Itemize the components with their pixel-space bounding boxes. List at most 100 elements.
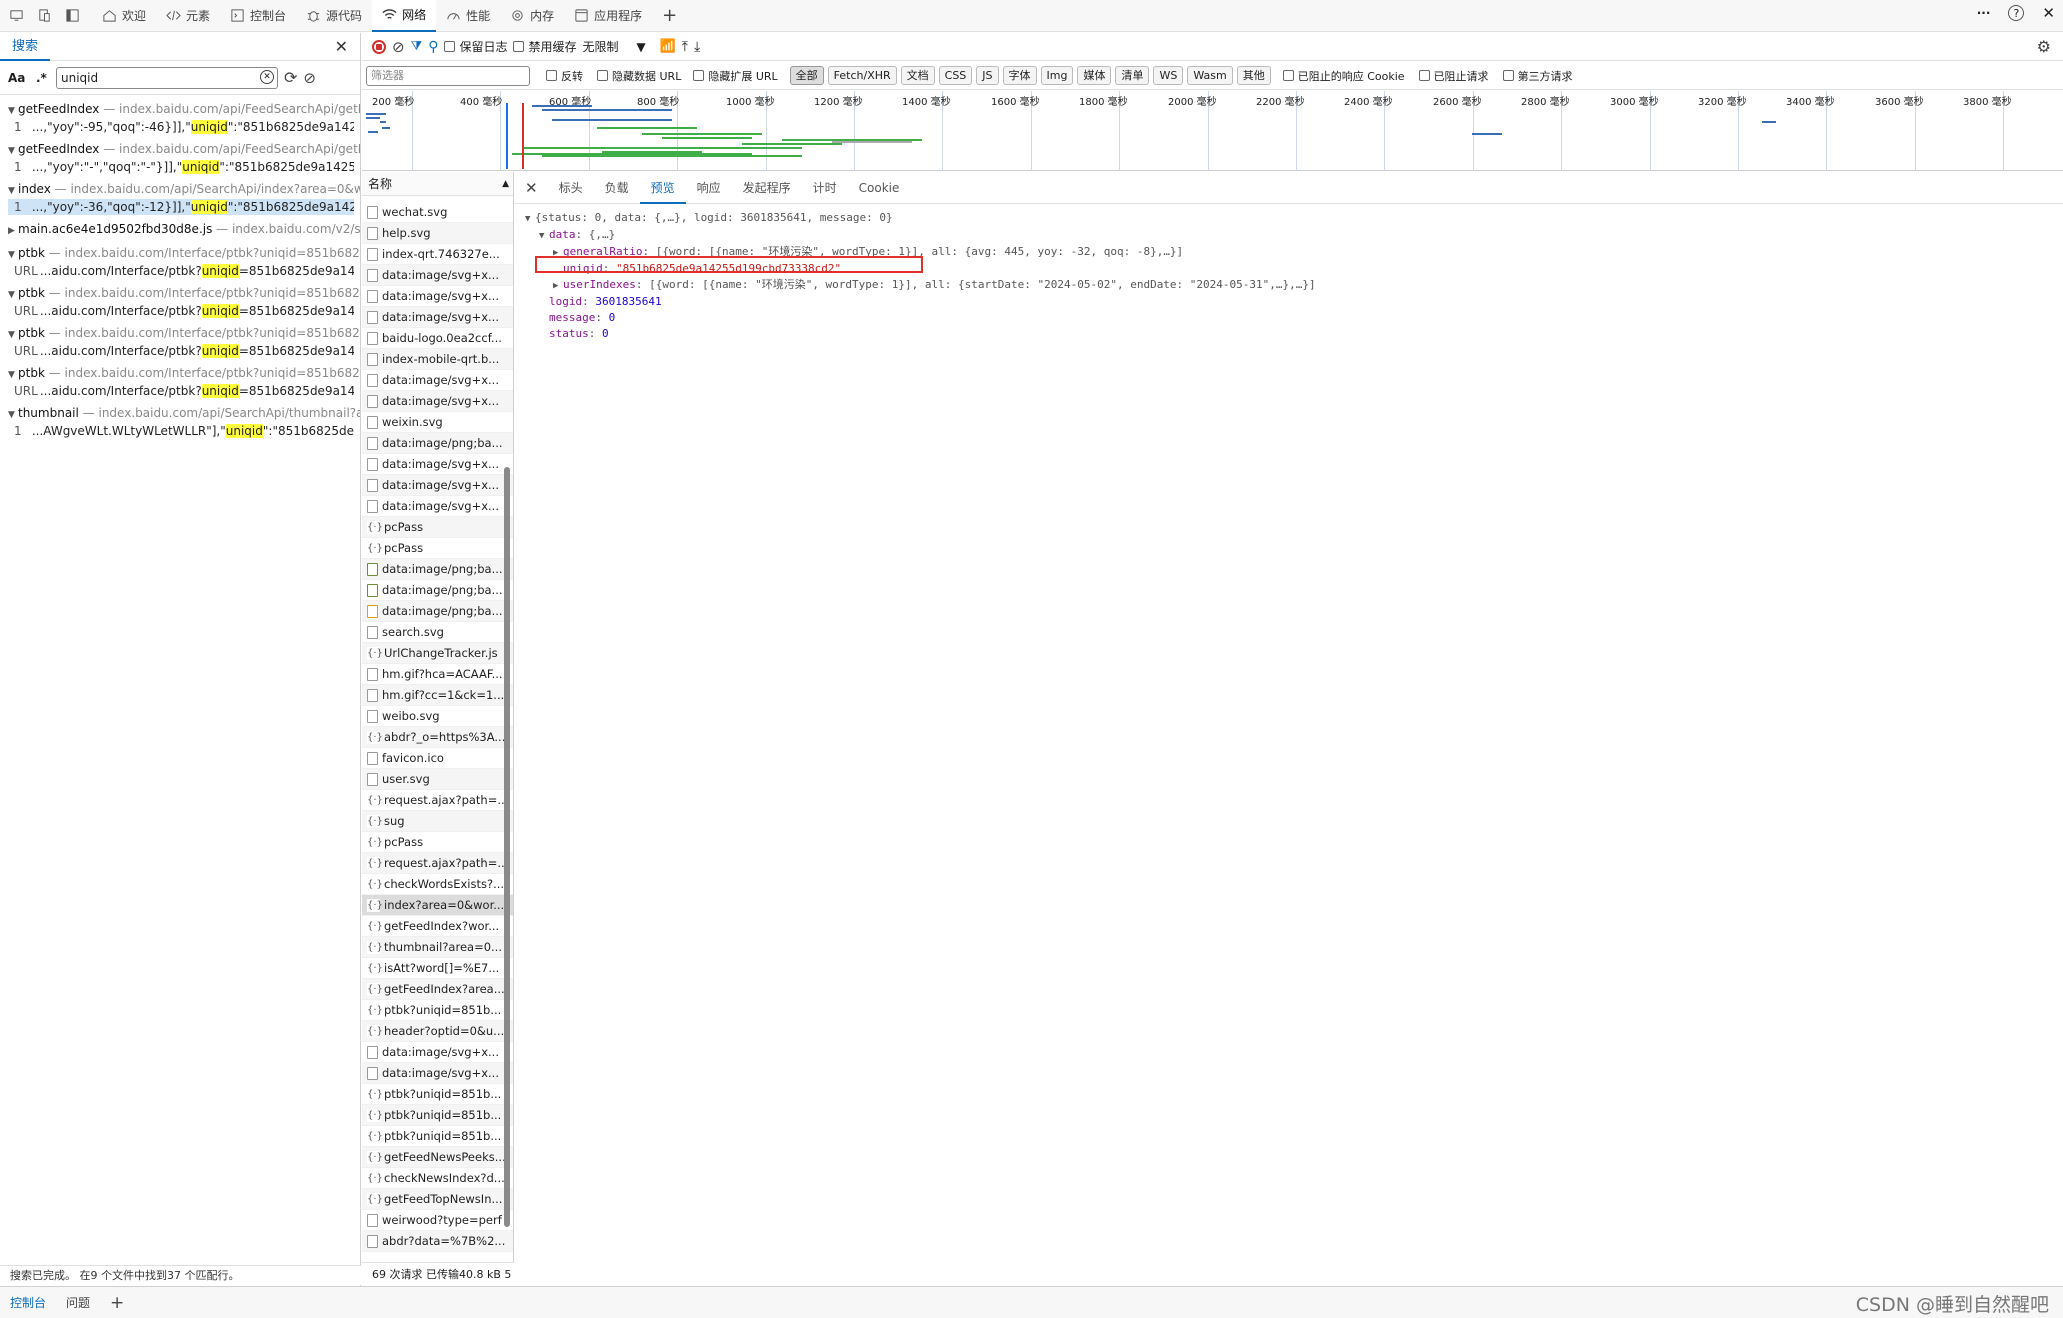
type-filter-chip[interactable]: JS (976, 66, 999, 85)
request-row[interactable]: data:image/png;ba... (362, 433, 513, 454)
request-row[interactable]: {·} ptbk?uniqid=851b... (362, 1126, 513, 1147)
type-filter-chip[interactable]: CSS (938, 66, 973, 85)
request-row[interactable]: data:image/png;ba... (362, 580, 513, 601)
request-row[interactable]: data:image/svg+x... (362, 1042, 513, 1063)
request-row[interactable]: {·} request.ajax?path=... (362, 790, 513, 811)
search-result[interactable]: ▼ index — index.baidu.com/api/SearchApi/i… (0, 179, 360, 215)
result-match-line[interactable]: URL ...aidu.com/Interface/ptbk?uniqid=85… (8, 343, 354, 359)
request-row[interactable]: data:image/svg+x... (362, 496, 513, 517)
refresh-icon[interactable]: ⟳ (284, 68, 297, 87)
json-root-line[interactable]: ▼ {status: 0, data: {,…}, logid: 36018356… (525, 210, 2063, 227)
close-icon[interactable]: ✕ (335, 37, 348, 56)
search-icon[interactable]: ⚲ (428, 39, 438, 55)
tab-2[interactable]: 元素 (156, 0, 220, 32)
type-filter-chip[interactable]: Wasm (1187, 66, 1233, 85)
search-panel-title[interactable]: 搜索 (0, 33, 51, 61)
type-filter-chip[interactable]: 其他 (1236, 66, 1271, 85)
more-options-button[interactable]: ··· (1977, 6, 1991, 20)
request-row[interactable]: {·} sug (362, 811, 513, 832)
tab-3[interactable]: 控制台 (220, 0, 296, 32)
type-filter-chip[interactable]: 文档 (900, 66, 935, 85)
search-result[interactable]: ▼ ptbk — index.baidu.com/Interface/ptbk?u… (0, 363, 360, 399)
tab-4[interactable]: 源代码 (296, 0, 372, 32)
request-row[interactable]: {·} request.ajax?path=... (362, 853, 513, 874)
regex-toggle[interactable]: .* (36, 71, 50, 85)
type-filter-chip[interactable]: 全部 (789, 66, 824, 85)
search-result[interactable]: ▼ getFeedIndex — index.baidu.com/api/Feed… (0, 99, 360, 135)
result-match-line[interactable]: URL ...aidu.com/Interface/ptbk?uniqid=85… (8, 263, 354, 279)
type-filter-chip[interactable]: WS (1153, 66, 1184, 85)
timeline-overview[interactable]: 200 毫秒 400 毫秒 600 毫秒 800 毫秒 1000 毫秒 1200 毫秒 14… (362, 91, 2063, 171)
drawer-tab[interactable]: 控制台 (0, 1294, 56, 1311)
type-filter-chip[interactable]: Fetch/XHR (827, 66, 897, 85)
import-har-icon[interactable]: ⤒ (682, 39, 688, 55)
request-row[interactable]: data:image/svg+x... (362, 1063, 513, 1084)
json-userindexes-line[interactable]: ▶ userIndexes: [{word: [{name: "环境污染", wo… (525, 277, 2063, 294)
request-row[interactable]: data:image/svg+x... (362, 307, 513, 328)
request-row[interactable]: wechat.svg (362, 202, 513, 223)
export-har-icon[interactable]: ⤓ (694, 39, 700, 55)
search-result[interactable]: ▶ main.ac6e4e1d9502fbd30d8e.js — index.ba… (0, 219, 360, 239)
settings-gear-icon[interactable]: ⚙ (2037, 37, 2051, 56)
search-result[interactable]: ▼ ptbk — index.baidu.com/Interface/ptbk?u… (0, 243, 360, 279)
type-filter-chip[interactable]: 清单 (1115, 66, 1150, 85)
device-emulation-icon[interactable] (4, 4, 28, 28)
type-filter-chip[interactable]: 字体 (1002, 66, 1037, 85)
request-row[interactable]: {·} checkWordsExists?... (362, 874, 513, 895)
result-match-line[interactable]: URL ...aidu.com/Interface/ptbk?uniqid=85… (8, 303, 354, 319)
request-row[interactable]: {·} getFeedNewsPeeks... (362, 1147, 513, 1168)
detail-tab[interactable]: 计时 (802, 172, 848, 204)
detail-tab[interactable]: 响应 (686, 172, 732, 204)
request-row[interactable]: {·} pcPass (362, 538, 513, 559)
request-row[interactable]: {·} thumbnail?area=0... (362, 937, 513, 958)
type-filter-chip[interactable]: Img (1040, 66, 1074, 85)
dock-side-icon[interactable] (60, 4, 84, 28)
result-match-line[interactable]: 1 ...,"yoy":-95,"qoq":-46}]],"uniqid":"8… (8, 119, 354, 135)
request-row[interactable]: index-mobile-qrt.b... (362, 349, 513, 370)
detail-tab[interactable]: 负载 (594, 172, 640, 204)
request-row[interactable]: hm.gif?cc=1&ck=1... (362, 685, 513, 706)
request-row[interactable]: data:image/svg+x... (362, 286, 513, 307)
request-row[interactable]: weibo.svg (362, 706, 513, 727)
search-result-header[interactable]: ▼ ptbk — index.baidu.com/Interface/ptbk?u… (8, 285, 360, 303)
close-detail-icon[interactable]: ✕ (521, 179, 548, 197)
json-status-line[interactable]: status: 0 (525, 326, 2063, 342)
add-tab-button[interactable]: + (652, 0, 687, 32)
clear-results-icon[interactable]: ⊘ (303, 69, 316, 87)
detail-tab[interactable]: Cookie (848, 172, 911, 204)
request-row[interactable]: {·} ptbk?uniqid=851b... (362, 1105, 513, 1126)
search-result[interactable]: ▼ ptbk — index.baidu.com/Interface/ptbk?u… (0, 323, 360, 359)
search-result-header[interactable]: ▼ ptbk — index.baidu.com/Interface/ptbk?u… (8, 325, 360, 343)
result-match-line[interactable]: 1 ...,"yoy":-36,"qoq":-12}]],"uniqid":"8… (8, 199, 354, 215)
json-logid-line[interactable]: logid: 3601835641 (525, 294, 2063, 310)
search-result-header[interactable]: ▼ getFeedIndex — index.baidu.com/api/Feed… (8, 141, 360, 159)
match-case-toggle[interactable]: Aa (8, 71, 30, 85)
request-row[interactable]: data:image/svg+x... (362, 454, 513, 475)
detail-tab[interactable]: 标头 (548, 172, 594, 204)
close-devtools-button[interactable]: ✕ (2042, 4, 2055, 22)
request-row[interactable]: data:image/svg+x... (362, 391, 513, 412)
search-result-header[interactable]: ▼ thumbnail — index.baidu.com/api/SearchA… (8, 405, 360, 423)
type-filter-chip[interactable]: 媒体 (1077, 66, 1112, 85)
tab-1[interactable]: 欢迎 (92, 0, 156, 32)
network-conditions-icon[interactable]: 📶 (660, 39, 676, 54)
request-row[interactable]: {·} getFeedTopNewsIn... (362, 1189, 513, 1210)
hide-ext-urls-checkbox[interactable]: 隐藏扩展 URL (693, 68, 778, 84)
tab-6[interactable]: 性能 (436, 0, 500, 32)
tab-7[interactable]: 内存 (500, 0, 564, 32)
search-input[interactable]: uniqid ✕ (56, 66, 278, 89)
request-row[interactable]: data:image/png;ba... (362, 559, 513, 580)
request-row[interactable]: weixin.svg (362, 412, 513, 433)
clear-log-icon[interactable]: ⊘ (392, 38, 405, 56)
request-row[interactable]: abdr?data=%7B%2... (362, 1231, 513, 1252)
request-row[interactable]: {·} pcPass (362, 832, 513, 853)
request-row[interactable]: search.svg (362, 622, 513, 643)
filter-input[interactable]: 筛选器 (366, 65, 530, 86)
result-match-line[interactable]: 1 ...AWgveWLt.WLtyWLetWLLR"],"uniqid":"8… (8, 423, 354, 439)
request-row[interactable]: {·} pcPass (362, 517, 513, 538)
request-row[interactable]: data:image/svg+x... (362, 475, 513, 496)
request-row[interactable]: data:image/png;ba... (362, 601, 513, 622)
detail-tab[interactable]: 发起程序 (732, 172, 802, 204)
request-row[interactable]: help.svg (362, 223, 513, 244)
filter-icon[interactable]: ⧩ (411, 39, 423, 54)
